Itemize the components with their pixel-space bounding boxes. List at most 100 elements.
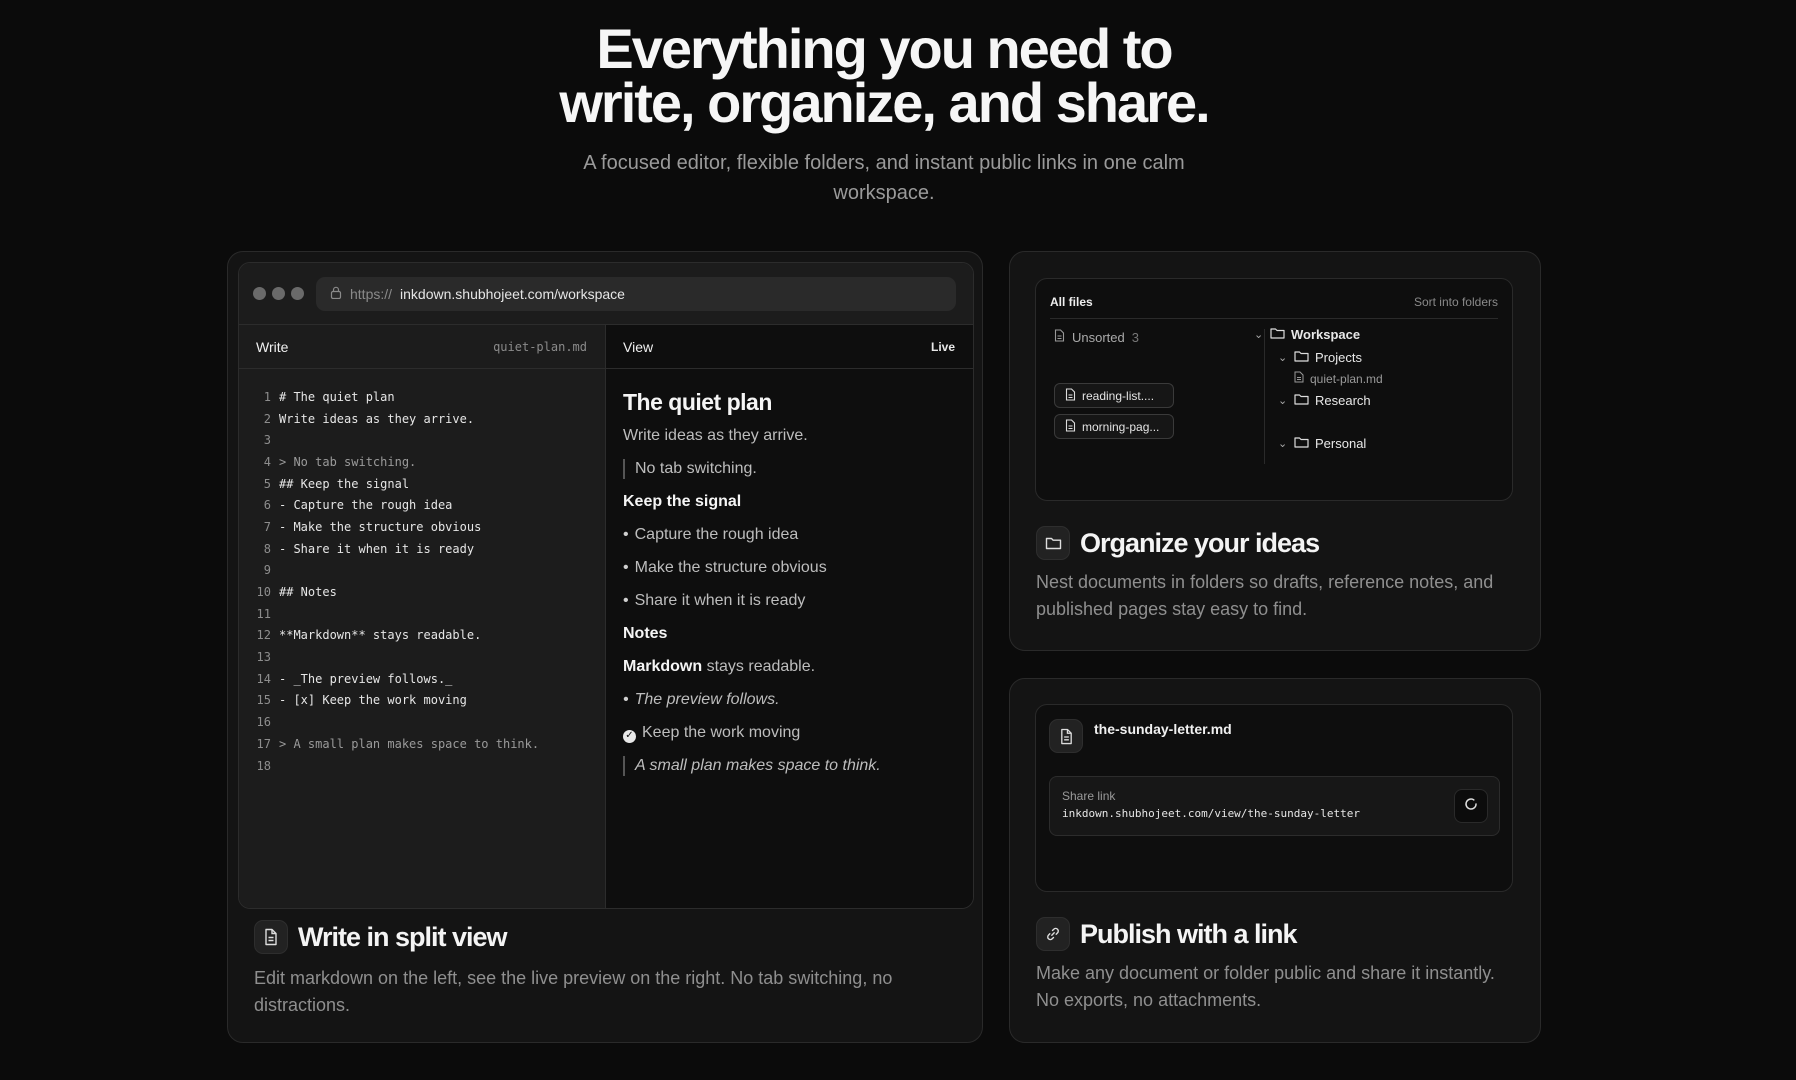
code-line[interactable]: 4 > No tab switching. — [239, 451, 605, 473]
sort-into-folders-label[interactable]: Sort into folders — [1414, 295, 1498, 318]
document-icon — [254, 920, 288, 954]
code-line[interactable]: 6 - Capture the rough idea — [239, 494, 605, 516]
chevron-down-icon[interactable]: ⌄ — [1278, 351, 1288, 364]
card-publish: the-sunday-letter.md Share link inkdown.… — [1009, 678, 1541, 1043]
line-number: 14 — [256, 671, 271, 686]
unsorted-group[interactable]: Unsorted 3 — [1054, 329, 1139, 345]
line-number: 4 — [263, 454, 271, 469]
hero-title: Everything you need to write, organize, … — [0, 21, 1768, 131]
code-line[interactable]: 16 — [239, 711, 605, 733]
document-icon — [1049, 719, 1083, 753]
card-organize: All files Sort into folders Unsorted 3 r… — [1009, 251, 1541, 651]
line-number: 2 — [263, 411, 271, 426]
hero-subtitle: A focused editor, flexible folders, and … — [583, 152, 1185, 204]
code-line[interactable]: 10 ## Notes — [239, 581, 605, 603]
code-line[interactable]: 11 — [239, 603, 605, 625]
line-number: 16 — [256, 715, 271, 730]
preview-task-item: ✓ Keep the work moving — [623, 723, 956, 743]
unsorted-label: Unsorted — [1072, 329, 1125, 345]
folder-projects[interactable]: ⌄ Projects — [1278, 350, 1362, 365]
share-link-label: Share link — [1062, 789, 1116, 803]
code-line[interactable]: 5 ## Keep the signal — [239, 473, 605, 495]
editor-panes: Write quiet-plan.md 1 # The quiet plan 2 Wr… — [239, 325, 973, 908]
live-badge: Live — [930, 339, 955, 354]
view-pane: View Live The quiet plan Write ideas as … — [606, 325, 973, 908]
document-icon — [1065, 387, 1076, 404]
card-publish-description: Make any document or folder public and s… — [1036, 963, 1495, 1010]
preview-paragraph: Write ideas as they arrive. — [623, 427, 808, 444]
folder-workspace[interactable]: ⌄ Workspace — [1254, 327, 1360, 342]
lock-icon — [330, 286, 342, 302]
folder-icon — [1270, 327, 1285, 342]
file-label: quiet-plan.md — [1310, 371, 1383, 386]
line-content: - [x] Keep the work moving — [279, 693, 467, 708]
preview-bold: Markdown — [623, 658, 703, 675]
code-line[interactable]: 9 — [239, 560, 605, 582]
card-publish-heading: Publish with a link — [1080, 918, 1298, 949]
folder-label: Projects — [1315, 350, 1362, 365]
code-line[interactable]: 18 — [239, 755, 605, 777]
line-content: > No tab switching. — [279, 454, 417, 469]
line-content: ## Notes — [279, 585, 337, 600]
card-publish-title: Publish with a link — [1036, 917, 1298, 951]
code-line[interactable]: 12 **Markdown** stays readable. — [239, 625, 605, 647]
line-content: - Capture the rough idea — [279, 498, 453, 513]
code-line[interactable]: 8 - Share it when it is ready — [239, 538, 605, 560]
chevron-down-icon[interactable]: ⌄ — [1254, 328, 1264, 341]
line-number: 9 — [263, 563, 271, 578]
code-line[interactable]: 2 Write ideas as they arrive. — [239, 408, 605, 430]
line-number: 5 — [263, 476, 271, 491]
markdown-preview: The quiet plan Write ideas as they arriv… — [606, 369, 973, 809]
code-line[interactable]: 17 > A small plan makes space to think. — [239, 733, 605, 755]
files-panel-header: All files Sort into folders — [1050, 295, 1498, 319]
card-write-heading: Write in split view — [298, 921, 508, 952]
maximize-dot[interactable] — [291, 287, 304, 300]
line-content: ## Keep the signal — [279, 476, 410, 491]
preview-subheading: Notes — [623, 625, 668, 642]
spinner-icon — [1464, 797, 1478, 816]
code-line[interactable]: 13 — [239, 646, 605, 668]
folder-research[interactable]: ⌄ Research — [1278, 393, 1371, 408]
preview-bullet: Share it when it is ready — [623, 591, 956, 611]
file-chip[interactable]: reading-list.... — [1054, 383, 1174, 408]
line-number: 11 — [256, 606, 271, 621]
write-pane-header: Write quiet-plan.md — [239, 325, 605, 369]
chevron-down-icon[interactable]: ⌄ — [1278, 437, 1288, 450]
link-icon — [1036, 917, 1070, 951]
minimize-dot[interactable] — [272, 287, 285, 300]
preview-bold-paragraph: Markdown stays readable. — [623, 657, 956, 677]
line-number: 12 — [256, 628, 271, 643]
folder-label: Research — [1315, 393, 1371, 408]
file-chip[interactable]: morning-pag... — [1054, 414, 1174, 439]
line-number: 17 — [256, 736, 271, 751]
share-link-url[interactable]: inkdown.shubhojeet.com/view/the-sunday-l… — [1062, 807, 1360, 820]
check-icon[interactable]: ✓ — [623, 729, 636, 743]
browser-bar: https:// inkdown.shubhojeet.com/workspac… — [239, 263, 973, 325]
address-bar[interactable]: https:// inkdown.shubhojeet.com/workspac… — [316, 276, 956, 311]
folder-icon — [1294, 436, 1309, 451]
code-line[interactable]: 15 - [x] Keep the work moving — [239, 690, 605, 712]
code-line[interactable]: 14 - _The preview follows._ — [239, 668, 605, 690]
all-files-label[interactable]: All files — [1050, 295, 1093, 318]
code-line[interactable]: 1 # The quiet plan — [239, 386, 605, 408]
card-organize-heading: Organize your ideas — [1080, 527, 1320, 558]
close-dot[interactable] — [253, 287, 266, 300]
copy-link-button[interactable] — [1454, 789, 1488, 823]
file-quiet-plan[interactable]: quiet-plan.md — [1294, 371, 1383, 386]
code-line[interactable]: 7 - Make the structure obvious — [239, 516, 605, 538]
code-editor[interactable]: 1 # The quiet plan 2 Write ideas as they ar… — [239, 369, 605, 776]
folder-personal[interactable]: ⌄ Personal — [1278, 436, 1366, 451]
chevron-down-icon[interactable]: ⌄ — [1278, 394, 1288, 407]
folder-icon — [1294, 393, 1309, 408]
hero: Everything you need to write, organize, … — [0, 21, 1768, 208]
write-pane[interactable]: Write quiet-plan.md 1 # The quiet plan 2 Wr… — [239, 325, 606, 908]
line-content: > A small plan makes space to think. — [279, 736, 540, 751]
line-content: Write ideas as they arrive. — [279, 411, 475, 426]
share-link-field[interactable]: Share link inkdown.shubhojeet.com/view/t… — [1049, 776, 1500, 836]
preview-bullet: Capture the rough idea — [623, 525, 956, 545]
preview-quote: A small plan makes space to think. — [623, 756, 956, 776]
folder-label: Personal — [1315, 436, 1367, 451]
line-content: - _The preview follows._ — [279, 671, 453, 686]
shared-filename: the-sunday-letter.md — [1094, 721, 1232, 737]
code-line[interactable]: 3 — [239, 429, 605, 451]
